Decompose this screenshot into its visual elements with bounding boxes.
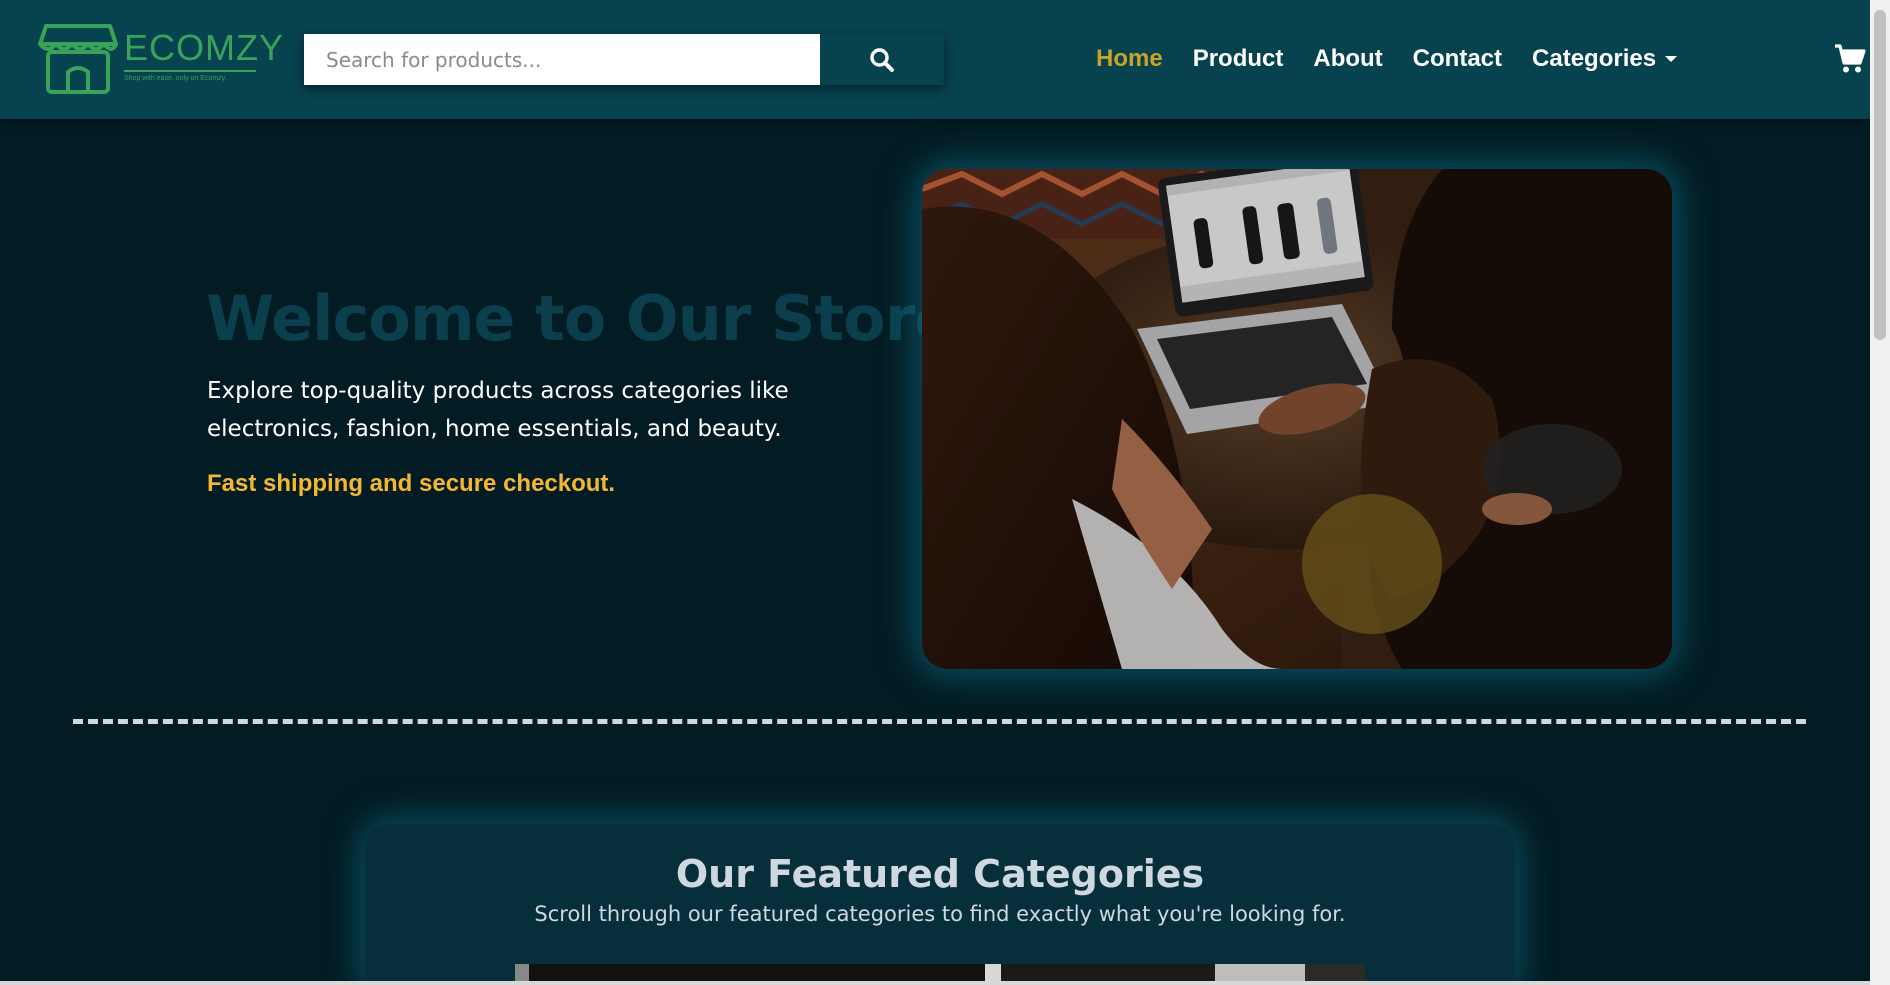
storefront-icon [38, 24, 118, 94]
nav-link-contact[interactable]: Contact [1413, 45, 1502, 73]
hero-highlight: Fast shipping and secure checkout. [207, 470, 616, 497]
cart-button[interactable] [1834, 44, 1866, 74]
section-divider [73, 719, 1806, 724]
hero-photo-illustration [922, 169, 1672, 669]
search-icon [870, 47, 894, 72]
shopping-cart-icon [1835, 44, 1866, 73]
nav-link-about[interactable]: About [1313, 45, 1382, 73]
window-bottom-edge [0, 981, 1870, 985]
search-input[interactable] [304, 34, 820, 85]
logo-underline [124, 70, 256, 72]
nav-link-home[interactable]: Home [1096, 45, 1163, 73]
featured-categories-section: Our Featured Categories Scroll through o… [365, 824, 1515, 985]
nav-link-categories-label: Categories [1532, 45, 1657, 72]
hero-description: Explore top-quality products across cate… [207, 378, 789, 442]
caret-down-icon [1665, 56, 1678, 62]
logo-text: ECOMZY [124, 27, 285, 68]
page-scrollbar-thumb[interactable] [1874, 10, 1886, 340]
search-bar [304, 34, 944, 85]
featured-title: Our Featured Categories [675, 852, 1205, 896]
navbar: ECOMZY Shop with ease, only on Ecomzy. H… [0, 0, 1870, 119]
logo[interactable]: ECOMZY Shop with ease, only on Ecomzy. [38, 22, 283, 96]
hero-image [922, 169, 1672, 669]
hero-title: Welcome to Our Store [206, 282, 956, 355]
nav-link-product[interactable]: Product [1193, 45, 1284, 73]
featured-subtitle: Scroll through our featured categories t… [534, 902, 1346, 926]
logo-tagline: Shop with ease, only on Ecomzy. [124, 75, 227, 82]
main-nav: Home Product About Contact Categories [1096, 40, 1678, 78]
nav-link-categories[interactable]: Categories [1532, 45, 1678, 73]
search-button[interactable] [820, 34, 944, 85]
